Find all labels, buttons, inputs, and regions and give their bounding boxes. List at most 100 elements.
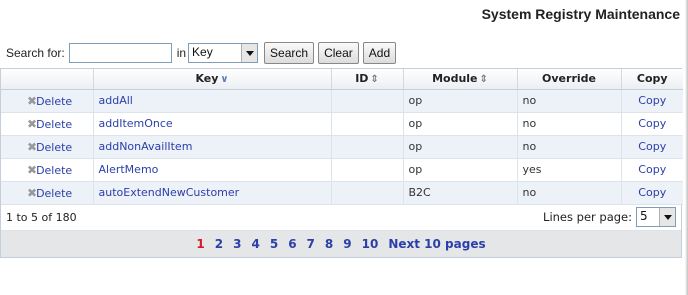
row-module: op	[403, 112, 518, 136]
page-link[interactable]: 2	[215, 237, 223, 251]
page-link[interactable]: 10	[362, 237, 379, 251]
column-header-id[interactable]: ID ⇕	[331, 69, 404, 90]
page-title: System Registry Maintenance	[481, 6, 680, 22]
table-row: ✖Delete AlertMemo op yes Copy	[1, 158, 683, 182]
key-link[interactable]: AlertMemo	[99, 163, 159, 176]
search-in-label: in	[176, 46, 187, 60]
row-override: yes	[517, 158, 622, 182]
search-button[interactable]: Search	[264, 42, 315, 64]
row-copy: Copy	[621, 158, 683, 182]
search-input[interactable]	[68, 43, 172, 63]
page-link[interactable]: 7	[307, 237, 315, 251]
clear-button[interactable]: Clear	[318, 42, 359, 64]
sorted-descending-icon[interactable]: ∨	[220, 74, 228, 85]
lines-per-page-label: Lines per page:	[543, 210, 632, 224]
delete-label: Delete	[36, 140, 73, 154]
lines-per-page-select[interactable]: 5	[636, 207, 676, 227]
row-override: no	[517, 89, 622, 113]
table-header-row: Key ∨ ID ⇕ Module ⇕ Override Copy	[1, 69, 683, 90]
row-actions: ✖Delete	[1, 89, 94, 113]
table-row: ✖Delete addItemOnce op no Copy	[1, 112, 683, 136]
key-link[interactable]: autoExtendNewCustomer	[99, 186, 240, 199]
key-link[interactable]: addItemOnce	[99, 117, 173, 130]
delete-label: Delete	[36, 94, 73, 108]
sortable-icon[interactable]: ⇕	[370, 74, 378, 85]
table-row: ✖Delete addNonAvailItem op no Copy	[1, 135, 683, 159]
page-current: 1	[196, 236, 205, 251]
delete-link[interactable]: ✖Delete	[27, 186, 73, 200]
pagination: 1 2 3 4 5 6 7 8 9 10 Next 10 pages	[1, 230, 681, 257]
delete-label: Delete	[36, 163, 73, 177]
column-header-copy: Copy	[621, 69, 683, 90]
delete-x-icon[interactable]: ✖	[27, 163, 37, 177]
grid-footer: 1 to 5 of 180 Lines per page: 5	[1, 204, 681, 231]
key-link[interactable]: addAll	[99, 94, 133, 107]
row-key: AlertMemo	[93, 158, 332, 182]
search-field-select[interactable]: Key	[188, 43, 259, 63]
lines-per-page: Lines per page: 5	[543, 207, 676, 227]
row-module: B2C	[403, 181, 518, 205]
page-link[interactable]: 6	[288, 237, 296, 251]
column-header-module[interactable]: Module ⇕	[403, 69, 518, 90]
row-copy: Copy	[621, 181, 683, 205]
key-link[interactable]: addNonAvailItem	[99, 140, 193, 153]
delete-link[interactable]: ✖Delete	[27, 94, 73, 108]
row-key: addNonAvailItem	[93, 135, 332, 159]
copy-link[interactable]: Copy	[638, 163, 666, 176]
registry-grid: Key ∨ ID ⇕ Module ⇕ Override Copy ✖Delete ad…	[0, 68, 683, 258]
row-actions: ✖Delete	[1, 158, 94, 182]
row-key: addAll	[93, 89, 332, 113]
page-link[interactable]: 8	[325, 237, 333, 251]
record-range: 1 to 5 of 180	[6, 210, 77, 224]
page-link[interactable]: 5	[270, 237, 278, 251]
copy-link[interactable]: Copy	[638, 117, 666, 130]
row-id	[331, 135, 404, 159]
sortable-icon[interactable]: ⇕	[480, 74, 488, 85]
table-row: ✖Delete addAll op no Copy	[1, 89, 683, 113]
next-pages-link[interactable]: Next 10 pages	[388, 237, 485, 251]
copy-link[interactable]: Copy	[638, 140, 666, 153]
column-header-key[interactable]: Key ∨	[93, 69, 332, 90]
delete-x-icon[interactable]: ✖	[27, 140, 37, 154]
row-actions: ✖Delete	[1, 135, 94, 159]
row-id	[331, 89, 404, 113]
row-override: no	[517, 181, 622, 205]
column-header-actions	[1, 69, 94, 90]
row-module: op	[403, 89, 518, 113]
delete-x-icon[interactable]: ✖	[27, 94, 37, 108]
row-id	[331, 112, 404, 136]
row-module: op	[403, 158, 518, 182]
page-link[interactable]: 4	[251, 237, 259, 251]
delete-x-icon[interactable]: ✖	[27, 117, 37, 131]
chevron-down-icon[interactable]	[659, 208, 675, 226]
search-toolbar: Search for: in Key Search Clear Add	[6, 42, 400, 64]
copy-link[interactable]: Copy	[638, 186, 666, 199]
page-link[interactable]: 3	[233, 237, 241, 251]
table-row: ✖Delete autoExtendNewCustomer B2C no Copy	[1, 181, 683, 205]
add-button[interactable]: Add	[362, 42, 397, 64]
delete-link[interactable]: ✖Delete	[27, 163, 73, 177]
row-override: no	[517, 112, 622, 136]
delete-link[interactable]: ✖Delete	[27, 117, 73, 131]
chevron-down-icon[interactable]	[241, 44, 258, 62]
row-copy: Copy	[621, 89, 683, 113]
row-key: autoExtendNewCustomer	[93, 181, 332, 205]
page-link[interactable]: 9	[343, 237, 351, 251]
row-id	[331, 181, 404, 205]
delete-label: Delete	[36, 117, 73, 131]
delete-x-icon[interactable]: ✖	[27, 186, 37, 200]
column-header-id-label: ID	[355, 72, 369, 86]
row-id	[331, 158, 404, 182]
registry-table: Key ∨ ID ⇕ Module ⇕ Override Copy ✖Delete ad…	[1, 69, 683, 205]
row-copy: Copy	[621, 112, 683, 136]
row-copy: Copy	[621, 135, 683, 159]
row-key: addItemOnce	[93, 112, 332, 136]
column-header-key-label: Key	[195, 72, 219, 86]
row-actions: ✖Delete	[1, 112, 94, 136]
column-header-module-label: Module	[432, 72, 478, 86]
delete-label: Delete	[36, 186, 73, 200]
lines-per-page-value: 5	[640, 209, 648, 223]
copy-link[interactable]: Copy	[638, 94, 666, 107]
delete-link[interactable]: ✖Delete	[27, 140, 73, 154]
row-override: no	[517, 135, 622, 159]
